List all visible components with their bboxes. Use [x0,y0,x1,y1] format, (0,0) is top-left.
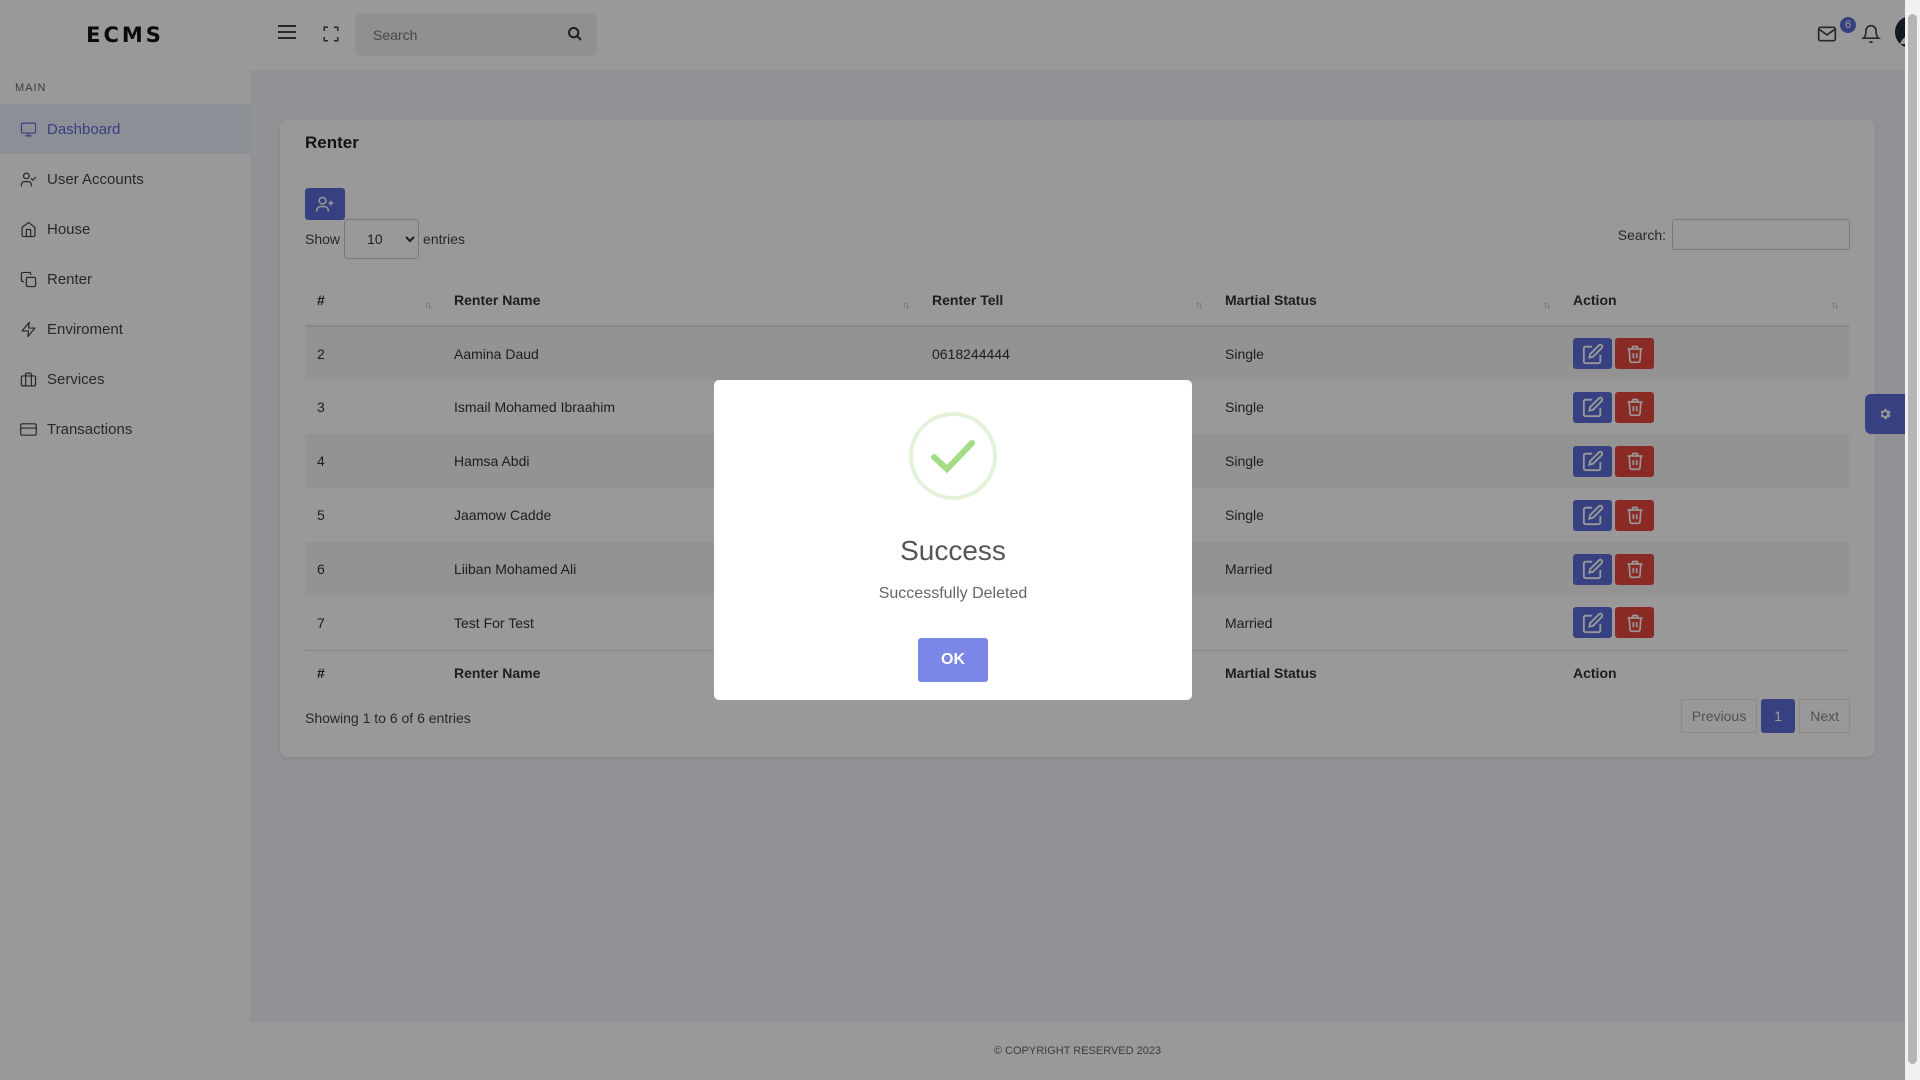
dialog-message: Successfully Deleted [878,585,1028,602]
dialog-title: Success [900,535,1006,566]
scrollbar[interactable] [1905,0,1920,1080]
scrollbar-thumb[interactable] [1908,14,1917,1064]
ok-button[interactable]: OK [918,638,988,682]
success-dialog: Success Successfully Deleted OK [714,380,1192,700]
success-check-icon [909,412,997,500]
